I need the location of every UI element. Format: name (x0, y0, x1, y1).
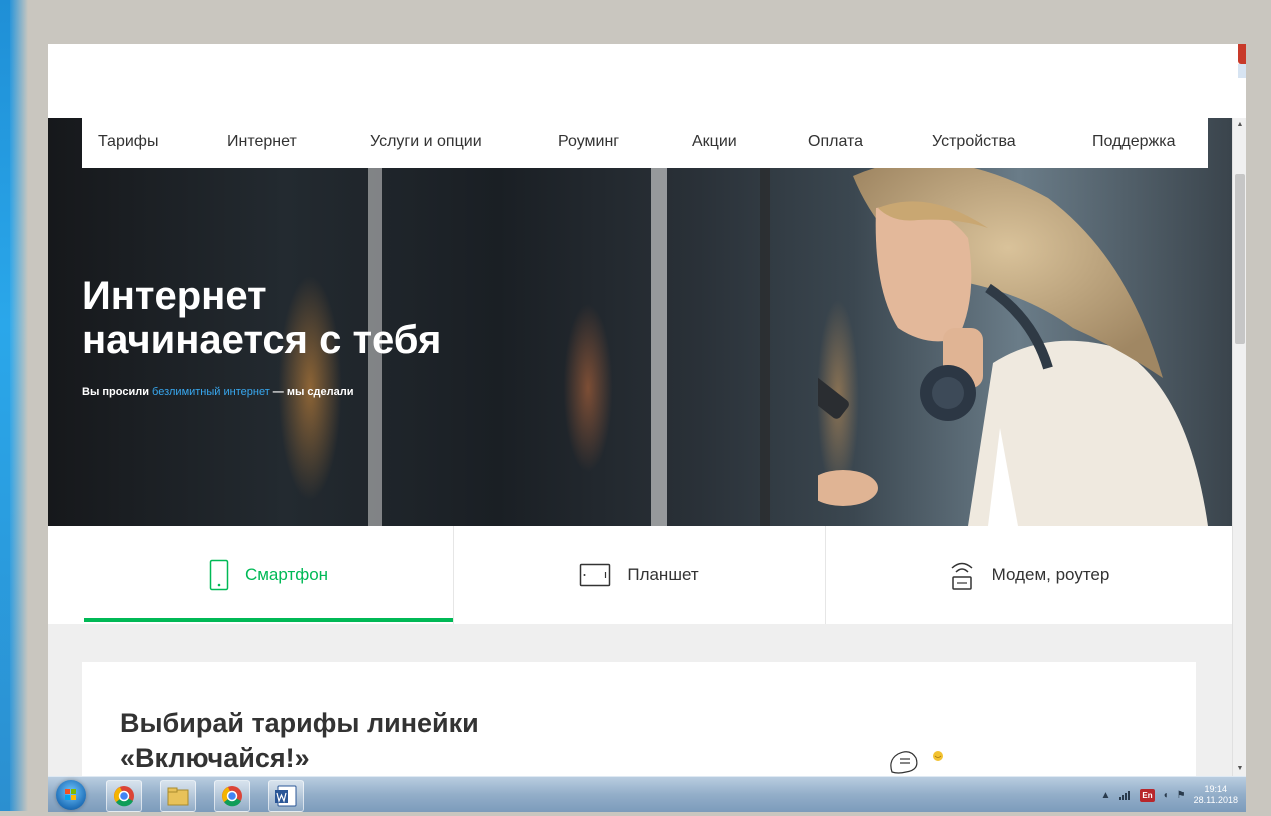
card-title-line: Выбирай тарифы линейки (120, 708, 479, 738)
windows-logo-icon (65, 789, 76, 800)
start-button[interactable] (56, 780, 86, 810)
nav-item-services[interactable]: Услуги и опции (370, 133, 482, 151)
volume-icon[interactable]: ◖ (1163, 790, 1169, 801)
hero-title-line: начинается с тебя (82, 318, 442, 362)
tab-smartphone-label: Смартфон (244, 565, 329, 584)
hero-subtitle-prefix: Вы просили (82, 386, 153, 398)
slide-background-accent (0, 0, 28, 811)
taskbar-chrome-icon-2[interactable] (214, 780, 250, 812)
nav-item-support[interactable]: Поддержка (1092, 133, 1175, 151)
card-title-line: «Включайся!» (120, 743, 310, 773)
hero-window-frame (651, 118, 667, 526)
action-center-icon[interactable]: ⚑ (1177, 790, 1186, 801)
nav-item-roaming[interactable]: Роуминг (558, 133, 619, 151)
nav-item-devices[interactable]: Устройства (932, 133, 1016, 151)
active-tab-indicator (84, 618, 453, 622)
hero-title-line: Интернет (82, 274, 267, 318)
scroll-thumb[interactable] (1235, 174, 1245, 344)
windows-taskbar: ▲ En ◖ ⚑ 19:14 28.11.2018 (48, 776, 1246, 812)
hero-woman-illustration (818, 168, 1208, 526)
word-icon (275, 785, 297, 807)
window-close-corner[interactable] (1238, 44, 1246, 64)
router-icon (951, 562, 973, 590)
tab-modem-router[interactable]: Модем, роутер (825, 526, 1232, 624)
tab-modem-router-label: Модем, роутер (991, 565, 1110, 584)
taskbar-clock[interactable]: 19:14 28.11.2018 (1194, 784, 1238, 806)
language-indicator[interactable]: En (1140, 788, 1155, 802)
tab-smartphone[interactable]: Смартфон (84, 526, 453, 624)
network-signal-icon[interactable] (1118, 789, 1132, 801)
file-explorer-icon (167, 787, 189, 806)
window-corner-strip (1238, 64, 1246, 78)
unlimited-internet-link[interactable]: безлимитный интернет (152, 386, 270, 398)
clock-date: 28.11.2018 (1193, 795, 1238, 805)
card-title: Выбирай тарифы линейки «Включайся!» (120, 706, 620, 776)
tariffs-section: Выбирай тарифы линейки «Включайся!» (48, 624, 1232, 776)
scroll-up-arrow-icon[interactable]: ▲ (1233, 118, 1246, 132)
tablet-icon (580, 563, 611, 587)
system-tray: ▲ En ◖ ⚑ 19:14 28.11.2018 (1100, 781, 1238, 809)
tab-tablet-label: Планшет (627, 565, 699, 584)
page-scrollbar[interactable]: ▲ ▼ (1232, 118, 1246, 776)
nav-item-internet[interactable]: Интернет (227, 133, 297, 151)
nav-item-promotions[interactable]: Акции (692, 133, 737, 151)
browser-window: Интернет начинается с тебя Вы просили бе… (48, 44, 1246, 776)
tariff-promo-card: Выбирай тарифы линейки «Включайся!» (82, 662, 1196, 776)
hero-subtitle: Вы просили безлимитный интернет — мы сде… (82, 386, 354, 398)
hero-banner: Интернет начинается с тебя Вы просили бе… (48, 118, 1232, 526)
clock-time: 19:14 (1204, 784, 1228, 794)
scroll-down-arrow-icon[interactable]: ▼ (1233, 762, 1246, 776)
chrome-icon (222, 786, 242, 807)
smartphone-icon (209, 559, 229, 591)
hero-window-frame (760, 118, 770, 526)
chat-bubble-icon (890, 751, 943, 774)
tab-tablet[interactable]: Планшет (453, 526, 825, 624)
taskbar-word-icon[interactable] (268, 780, 304, 812)
device-tabs: Смартфон Планшет Модем, роутер (48, 526, 1232, 624)
taskbar-chrome-icon[interactable] (106, 780, 142, 812)
nav-item-payment[interactable]: Оплата (808, 133, 863, 151)
nav-item-tariffs[interactable]: Тарифы (98, 133, 158, 151)
chrome-icon (114, 786, 134, 807)
hero-subtitle-suffix: — мы сделали (269, 386, 354, 398)
taskbar-explorer-icon[interactable] (160, 780, 196, 812)
hero-title: Интернет начинается с тебя (82, 274, 552, 362)
show-hidden-icons-icon[interactable]: ▲ (1100, 790, 1110, 801)
main-nav: Тарифы Интернет Услуги и опции Роуминг А… (82, 118, 1208, 168)
